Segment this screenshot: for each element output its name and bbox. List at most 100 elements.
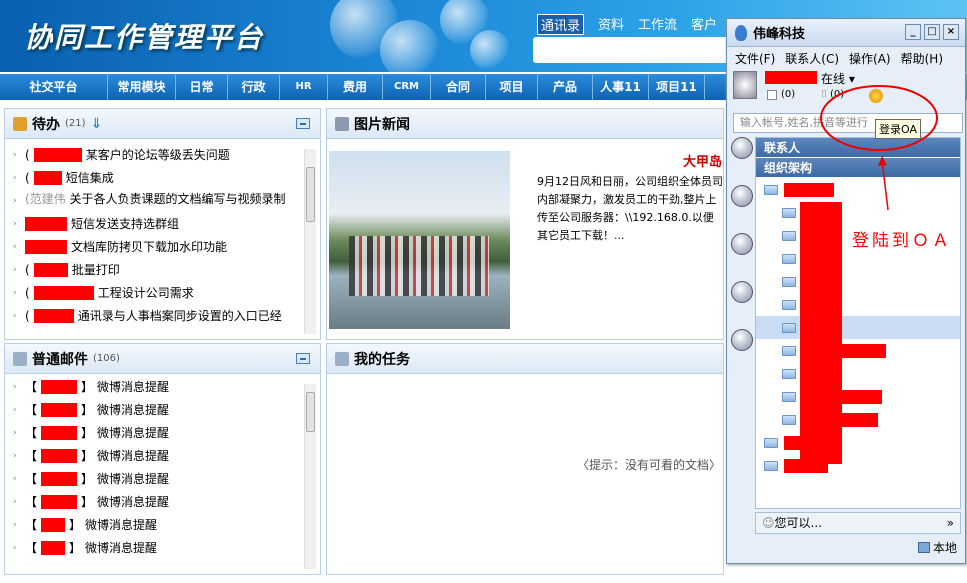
list-item[interactable]: › 【】微博消息提醒 [13,449,302,463]
contacts-tab-icon[interactable] [731,137,753,159]
folder-icon [764,184,778,195]
monitor-icon [917,542,930,553]
tasks-empty-hint: 〈提示：没有可看的文档〉 [577,458,722,472]
tree-node[interactable] [756,270,960,293]
top-link-customer[interactable]: 客户 [691,14,717,35]
mail-panel: 普通邮件 (106) › 【】微博消息提醒 › 【】微博消息提醒 › 【】微博消息提醒… [4,343,321,575]
list-item[interactable]: › 文档库防拷贝下载加水印功能 [13,240,302,254]
list-item[interactable]: ›(批量打印 [13,263,302,277]
top-link-docs[interactable]: 资料 [598,14,624,35]
tree-node[interactable] [756,293,960,316]
nav-item-social[interactable]: 社交平台 [0,74,108,100]
list-item[interactable]: › 【】微博消息提醒 [13,472,302,486]
tree-node[interactable] [756,408,960,431]
list-item[interactable]: ›(工程设计公司需求 [13,286,302,300]
nav-item-project11[interactable]: 项目11 [649,74,705,100]
tree-node-selected[interactable] [756,316,960,339]
nav-item-common[interactable]: 常用模块 [108,74,176,100]
group-contacts[interactable]: 联系人 [756,138,960,158]
todo-panel: 待办 (21) ⇓ ›(某客户的论坛等级丢失问题 ›(短信集成 › (范建伟 关于… [4,108,321,340]
news-body: 9月12日风和日丽，公司组织全体员司内部凝聚力，激发员工的干劲,整片上传至公司服… [537,175,723,242]
menu-file[interactable]: 文件(F) [735,50,775,67]
im-side-tabs [731,137,755,377]
nav-item-crm[interactable]: CRM [383,74,431,100]
list-item[interactable]: ›(某客户的论坛等级丢失问题 [13,148,302,162]
menu-contacts[interactable]: 联系人(C) [785,50,839,67]
news-panel: 图片新闻 大甲岛 9月12日风和日丽，公司组织全体员司内部凝聚力，激发员工的干劲… [326,108,724,340]
phone-tab-icon[interactable] [731,185,753,207]
attachment-status[interactable]: ⌷ (0) [821,89,844,100]
status-label[interactable]: 在线 ▾ [821,70,855,87]
close-icon[interactable]: × [943,24,959,40]
im-title: 伟峰科技 [753,27,806,42]
list-item[interactable]: › 【】微博消息提醒 [13,541,302,555]
mail-count: (106) [93,353,120,364]
nav-item-project[interactable]: 项目 [486,74,538,100]
list-item[interactable]: › 【】微博消息提醒 [13,518,302,532]
top-search-input[interactable] [533,37,733,63]
tree-node[interactable] [756,201,960,224]
tree-node[interactable] [756,431,960,454]
top-link-contacts[interactable]: 通讯录 [537,14,585,35]
list-item[interactable]: › (范建伟 关于各人负责课题的文档编写与视频录制 [13,192,302,208]
tree-node[interactable] [756,339,960,362]
globe-tab-icon[interactable] [731,233,753,255]
im-menubar: 文件(F) 联系人(C) 操作(A) 帮助(H) [727,47,965,70]
top-link-workflow[interactable]: 工作流 [638,14,677,35]
collapse-icon[interactable] [296,353,310,364]
tree-node[interactable] [756,385,960,408]
maximize-icon[interactable]: □ [924,24,940,40]
menu-action[interactable]: 操作(A) [849,50,891,67]
tree-node[interactable] [756,362,960,385]
im-search-input[interactable]: 输入帐号,姓名,拼音等进行 [733,113,963,133]
nav-item-daily[interactable]: 日常 [176,74,228,100]
folder-icon [782,253,796,264]
avatar[interactable] [733,71,757,99]
arrow-down-icon[interactable]: ⇓ [91,116,103,132]
tree-node[interactable] [756,454,960,477]
nav-item-contract[interactable]: 合同 [431,74,486,100]
tree-root[interactable] [756,178,960,201]
list-item[interactable]: › 短信发送支持选群组 [13,217,302,231]
list-item[interactable]: › 【】微博消息提醒 [13,495,302,509]
menu-help[interactable]: 帮助(H) [901,50,943,67]
group-org[interactable]: 组织架构 [756,158,960,178]
list-item[interactable]: ›(通讯录与人事档案同步设置的入口已经 [13,309,302,323]
todo-header: 待办 (21) ⇓ [5,109,320,139]
nav-item-hr[interactable]: HR [280,74,328,100]
tasks-icon [335,351,349,366]
local-status[interactable]: 本地 [917,539,957,556]
nav-item-hr11[interactable]: 人事11 [593,74,649,100]
mail-title: 普通邮件 [32,351,88,368]
news-photo[interactable] [329,151,510,329]
list-item[interactable]: › 【】微博消息提醒 [13,426,302,440]
mail-status[interactable]: (0) [767,89,795,100]
folder-icon [782,414,796,425]
nav-item-admin[interactable]: 行政 [228,74,280,100]
im-bottom-bar[interactable]: ☺您可以... » [755,512,961,534]
nav-item-expense[interactable]: 费用 [328,74,383,100]
folder-icon [782,345,796,356]
mail-header: 普通邮件 (106) [5,344,320,374]
expand-icon[interactable]: » [947,513,954,533]
oa-login-icon[interactable] [869,89,883,103]
folder-icon [782,368,796,379]
news-header: 图片新闻 [327,109,723,139]
minimize-icon[interactable]: _ [905,24,921,40]
paperclip-icon: ⌷ [821,89,827,100]
list-item[interactable]: › 【】微博消息提醒 [13,380,302,394]
list-item[interactable]: › 【】微博消息提醒 [13,403,302,417]
mail-scrollbar[interactable] [304,384,316,569]
folder-icon [782,276,796,287]
folder-icon [764,460,778,471]
redacted-block [800,202,842,464]
globe2-tab-icon[interactable] [731,281,753,303]
im-titlebar: 伟峰科技 _ □ × [727,19,965,47]
notes-tab-icon[interactable] [731,329,753,351]
todo-scrollbar[interactable] [304,149,316,334]
collapse-icon[interactable] [296,118,310,129]
nav-item-product[interactable]: 产品 [538,74,593,100]
news-headline[interactable]: 大甲岛 [683,151,722,170]
mail-icon [767,89,777,100]
list-item[interactable]: ›(短信集成 [13,171,302,185]
